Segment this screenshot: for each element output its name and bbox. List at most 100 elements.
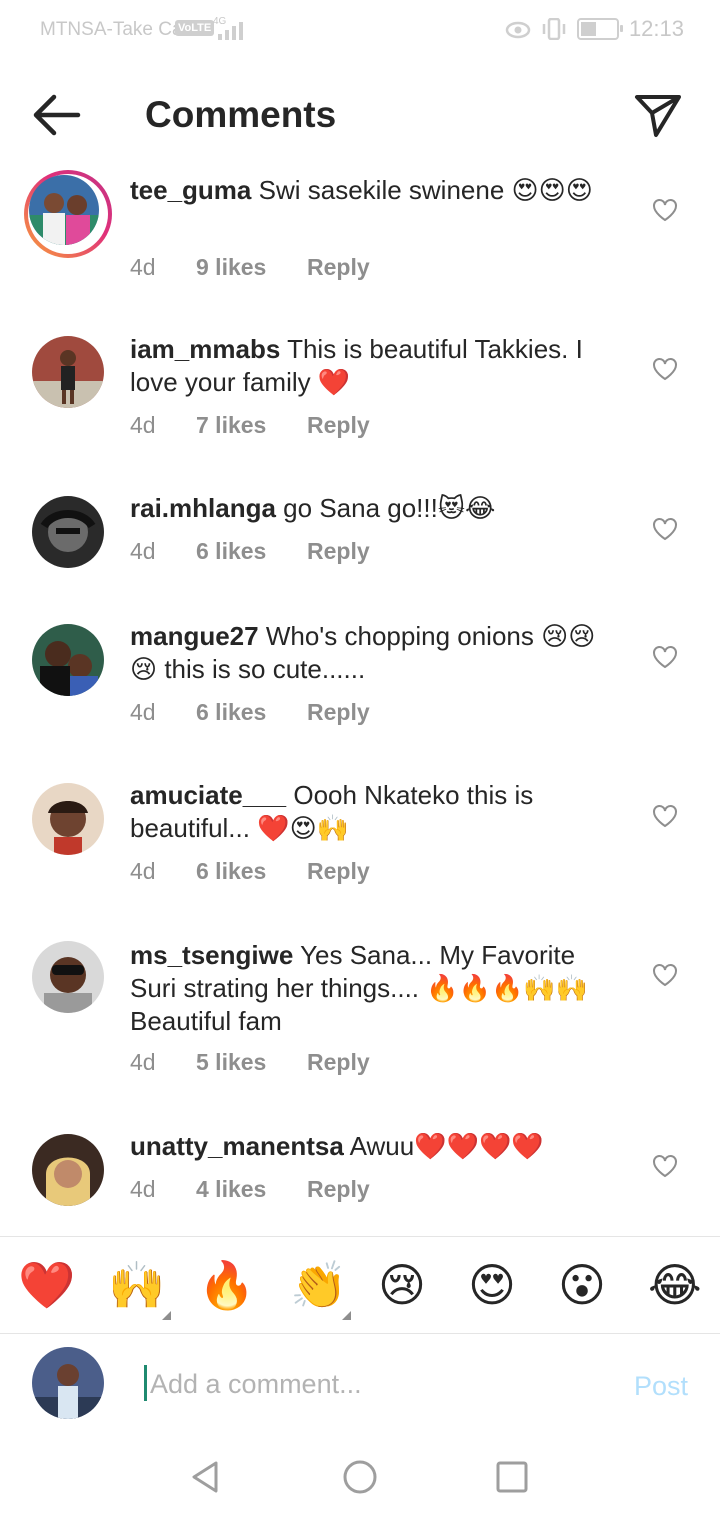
comment-text: amuciate___ Oooh Nkateko this is beautif… xyxy=(130,779,610,845)
like-heart-icon[interactable] xyxy=(652,804,678,828)
comment-text: rai.mhlanga go Sana go!!!😻😂 xyxy=(130,492,610,525)
like-heart-icon[interactable] xyxy=(652,198,678,222)
signal-icon xyxy=(218,22,243,40)
reply-button[interactable]: Reply xyxy=(307,699,370,726)
avatar[interactable] xyxy=(32,941,104,1013)
comment-age: 4d xyxy=(130,699,156,725)
comment-item: amuciate___ Oooh Nkateko this is beautif… xyxy=(0,777,720,927)
comment-username[interactable]: iam_mmabs xyxy=(130,334,280,364)
back-arrow-icon[interactable] xyxy=(30,92,82,138)
comment-likes[interactable]: 6 likes xyxy=(196,699,307,726)
comment-text: ms_tsengiwe Yes Sana... My Favorite Suri… xyxy=(130,939,610,1038)
comment-body-continued: Beautiful fam xyxy=(130,1006,282,1036)
reply-button[interactable]: Reply xyxy=(307,1049,370,1076)
comment-text: iam_mmabs This is beautiful Takkies. I l… xyxy=(130,333,610,399)
comment-input[interactable] xyxy=(148,1365,592,1403)
comment-item: tee_guma Swi sasekile swinene 😍😍😍 4d 9 l… xyxy=(0,170,720,320)
comment-likes[interactable]: 6 likes xyxy=(196,538,307,565)
comment-text: mangue27 Who's chopping onions 😢😢😢 this … xyxy=(130,620,610,686)
comment-text: unatty_manentsa Awuu❤️❤️❤️❤️ xyxy=(130,1130,610,1163)
reply-button[interactable]: Reply xyxy=(307,538,370,565)
emoji-wow-button[interactable]: 😮 xyxy=(558,1259,606,1311)
reply-button[interactable]: Reply xyxy=(307,412,370,439)
emoji-crying-button[interactable]: 😢 xyxy=(378,1259,426,1311)
comment-emoji: 😻😂 xyxy=(437,493,496,523)
carrier-name: MTNSA-Take Ca xyxy=(40,19,183,40)
comment-item: unatty_manentsa Awuu❤️❤️❤️❤️ 4d 4 likes … xyxy=(0,1128,720,1228)
comment-text: tee_guma Swi sasekile swinene 😍😍😍 xyxy=(130,174,610,207)
avatar[interactable] xyxy=(32,336,104,408)
emoji-fire-button[interactable]: 🔥 xyxy=(198,1259,255,1311)
emoji-raised-hands-button[interactable]: 🙌 xyxy=(108,1259,165,1311)
comment-emoji: ❤️❤️❤️❤️ xyxy=(414,1131,544,1161)
comment-username[interactable]: mangue27 xyxy=(130,621,259,651)
like-heart-icon[interactable] xyxy=(652,357,678,381)
skin-tone-indicator xyxy=(162,1311,171,1320)
like-heart-icon[interactable] xyxy=(652,1154,678,1178)
comment-emoji: ❤️ xyxy=(317,367,351,397)
comment-body-continued: this is so cute...... xyxy=(157,654,366,684)
post-button[interactable]: Post xyxy=(634,1371,688,1402)
avatar xyxy=(29,175,99,245)
nav-home-icon[interactable] xyxy=(340,1457,380,1497)
my-avatar xyxy=(32,1347,104,1419)
vibrate-icon xyxy=(542,18,566,40)
send-direct-icon[interactable] xyxy=(634,92,682,138)
avatar[interactable] xyxy=(32,624,104,696)
system-nav-bar xyxy=(0,1437,720,1520)
quick-emoji-bar: ❤️ 🙌 🔥 👏 😢 😍 😮 😂 xyxy=(0,1236,720,1334)
comment-item: ms_tsengiwe Yes Sana... My Favorite Suri… xyxy=(0,937,720,1117)
like-heart-icon[interactable] xyxy=(652,963,678,987)
comment-item: iam_mmabs This is beautiful Takkies. I l… xyxy=(0,330,720,480)
volte-badge: VoLTE xyxy=(175,20,215,36)
avatar-story-ring[interactable] xyxy=(24,170,112,258)
nav-recents-icon[interactable] xyxy=(492,1457,532,1497)
skin-tone-indicator xyxy=(342,1311,351,1320)
comment-likes[interactable]: 5 likes xyxy=(196,1049,307,1076)
comment-username[interactable]: ms_tsengiwe xyxy=(130,940,293,970)
battery-icon xyxy=(576,18,623,40)
emoji-laughing-button[interactable]: 😂 xyxy=(648,1259,702,1311)
reply-button[interactable]: Reply xyxy=(307,858,370,885)
avatar[interactable] xyxy=(32,783,104,855)
comment-body: Who's chopping onions xyxy=(265,621,534,651)
header: Comments xyxy=(0,62,720,166)
comment-likes[interactable]: 6 likes xyxy=(196,858,307,885)
comment-likes[interactable]: 7 likes xyxy=(196,412,307,439)
comment-likes[interactable]: 9 likes xyxy=(196,254,307,281)
emoji-clap-button[interactable]: 👏 xyxy=(290,1259,347,1311)
comment-body: Swi sasekile swinene xyxy=(258,175,505,205)
comment-age: 4d xyxy=(130,412,156,438)
comment-emoji: 😍😍😍 xyxy=(511,175,593,205)
emoji-heart-button[interactable]: ❤️ xyxy=(18,1259,75,1311)
comment-username[interactable]: rai.mhlanga xyxy=(130,493,276,523)
comment-emoji: ❤️😍🙌 xyxy=(257,813,350,843)
comment-age: 4d xyxy=(130,254,156,280)
emoji-heart-eyes-button[interactable]: 😍 xyxy=(468,1259,516,1311)
avatar[interactable] xyxy=(32,496,104,568)
status-bar: MTNSA-Take Ca VoLTE 4G 12:13 xyxy=(0,0,720,62)
clock: 12:13 xyxy=(628,16,684,41)
comment-age: 4d xyxy=(130,1049,156,1075)
reply-button[interactable]: Reply xyxy=(307,1176,370,1203)
nav-back-icon[interactable] xyxy=(186,1457,226,1497)
comment-age: 4d xyxy=(130,538,156,564)
like-heart-icon[interactable] xyxy=(652,645,678,669)
comment-item: mangue27 Who's chopping onions 😢😢😢 this … xyxy=(0,618,720,768)
comment-username[interactable]: tee_guma xyxy=(130,175,251,205)
avatar[interactable] xyxy=(32,1134,104,1206)
comment-item: rai.mhlanga go Sana go!!!😻😂 4d 6 likes R… xyxy=(0,490,720,600)
comment-age: 4d xyxy=(130,858,156,884)
comment-username[interactable]: unatty_manentsa xyxy=(130,1131,344,1161)
eye-comfort-icon xyxy=(505,21,531,39)
like-heart-icon[interactable] xyxy=(652,517,678,541)
reply-button[interactable]: Reply xyxy=(307,254,370,281)
page-title: Comments xyxy=(145,94,337,135)
comment-username[interactable]: amuciate___ xyxy=(130,780,286,810)
comment-emoji: 🔥🔥🔥🙌🙌 xyxy=(426,973,589,1003)
comment-body: go Sana go!!! xyxy=(283,493,438,523)
comment-likes[interactable]: 4 likes xyxy=(196,1176,307,1203)
comment-body: Awuu xyxy=(349,1131,415,1161)
comment-composer: Post xyxy=(0,1333,720,1437)
text-cursor xyxy=(144,1365,147,1401)
